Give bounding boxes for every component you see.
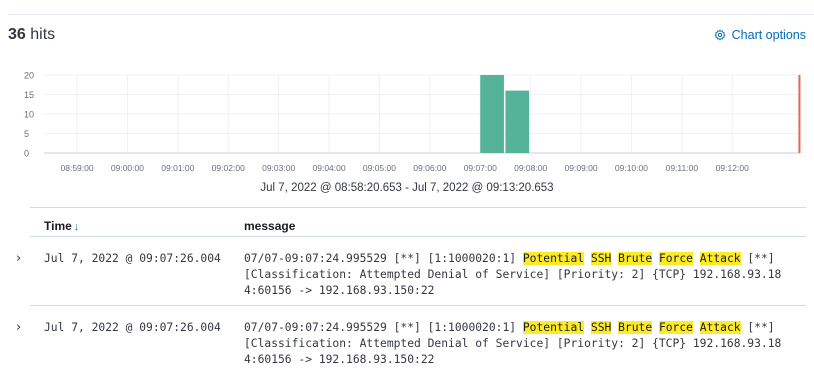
highlight: Force: [658, 321, 693, 334]
table-header-divider: [30, 236, 806, 237]
x-tick-label: 09:10:00: [615, 163, 648, 173]
arrow-down-icon[interactable]: ↓: [74, 221, 80, 233]
chevron-right-icon[interactable]: ›: [16, 251, 21, 266]
row-divider: [30, 305, 806, 306]
row-time: Jul 7, 2022 @ 09:07:26.004: [44, 252, 221, 265]
x-tick-label: 09:12:00: [716, 163, 749, 173]
highlight: Brute: [618, 321, 653, 334]
y-tick-label: 5: [24, 129, 29, 139]
message-text: [**]: [740, 252, 775, 265]
column-header-message[interactable]: message: [244, 219, 295, 233]
chart-options-label: Chart options: [731, 28, 806, 42]
x-tick-label: 09:01:00: [161, 163, 194, 173]
table-top-divider: [30, 207, 806, 208]
message-line-1: 07/07-09:07:24.995529 [**] [1:1000020:1]…: [244, 251, 809, 267]
column-header-time-label: Time: [44, 219, 72, 233]
row-message: 07/07-09:07:24.995529 [**] [1:1000020:1]…: [244, 251, 809, 299]
histogram-bar: [480, 75, 504, 153]
histogram-bar: [505, 90, 530, 153]
column-header-time[interactable]: Time ↓: [44, 219, 79, 233]
y-tick-label: 20: [24, 71, 34, 81]
x-tick-label: 09:11:00: [666, 163, 699, 173]
hits-number: 36: [8, 26, 26, 43]
highlight: Potential: [522, 252, 585, 265]
message-line-2: [Classification: Attempted Denial of Ser…: [244, 268, 782, 281]
highlight: Force: [658, 252, 693, 265]
highlight: Potential: [522, 321, 585, 334]
message-text: [**]: [740, 321, 775, 334]
y-tick-label: 10: [24, 110, 34, 120]
row-message: 07/07-09:07:24.995529 [**] [1:1000020:1]…: [244, 320, 809, 368]
x-tick-label: 09:06:00: [413, 163, 446, 173]
highlight: Attack: [699, 321, 741, 334]
x-tick-label: 08:59:00: [61, 163, 94, 173]
message-line-3: 4:60156 -> 192.168.93.150:22: [244, 353, 435, 366]
row-time: Jul 7, 2022 @ 09:07:26.004: [44, 321, 221, 334]
hits-label: hits: [30, 26, 56, 43]
hits-histogram: 20 15 10 5 0 08:59:00 09:00:00 09:01:00 09:02:00…: [24, 71, 801, 173]
message-text: 07/07-09:07:24.995529 [**] [1:1000020:1]: [244, 321, 523, 334]
x-tick-label: 09:04:00: [313, 163, 346, 173]
message-line-1: 07/07-09:07:24.995529 [**] [1:1000020:1]…: [244, 320, 809, 336]
message-line-3: 4:60156 -> 192.168.93.150:22: [244, 284, 435, 297]
x-tick-label: 09:05:00: [363, 163, 396, 173]
x-tick-label: 09:09:00: [565, 163, 598, 173]
chevron-right-icon[interactable]: ›: [16, 320, 21, 335]
top-divider: [8, 14, 814, 15]
hits-count: 36 hits: [8, 26, 55, 44]
highlight: SSH: [590, 252, 612, 265]
highlight: Brute: [618, 252, 653, 265]
y-tick-label: 0: [24, 149, 29, 159]
x-tick-label: 09:02:00: [212, 163, 245, 173]
chart-options-button[interactable]: Chart options: [714, 28, 806, 42]
x-tick-label: 09:07:00: [464, 163, 497, 173]
message-text: 07/07-09:07:24.995529 [**] [1:1000020:1]: [244, 252, 523, 265]
x-tick-label: 09:00:00: [111, 163, 144, 173]
y-tick-label: 15: [24, 90, 34, 100]
time-range-label: Jul 7, 2022 @ 08:58:20.653 - Jul 7, 2022…: [260, 182, 554, 194]
gear-icon: [714, 29, 726, 41]
highlight: Attack: [699, 252, 741, 265]
x-tick-label: 09:03:00: [262, 163, 295, 173]
message-line-2: [Classification: Attempted Denial of Ser…: [244, 337, 782, 350]
highlight: SSH: [590, 321, 612, 334]
x-tick-label: 09:08:00: [514, 163, 547, 173]
